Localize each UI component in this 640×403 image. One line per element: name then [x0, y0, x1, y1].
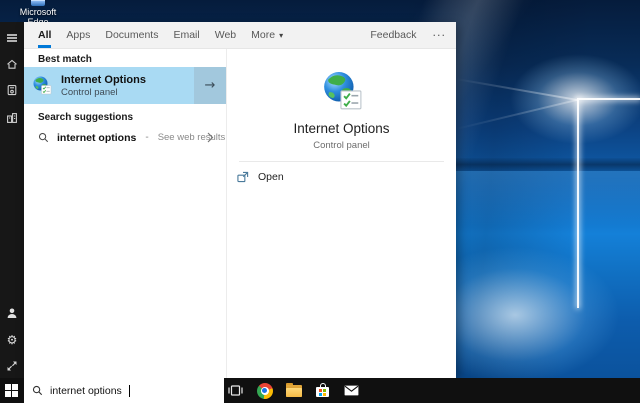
home-icon[interactable] — [0, 56, 24, 72]
search-flyout: All Apps Documents Email Web More ▾ Feed… — [24, 22, 456, 378]
feedback-button[interactable]: Feedback — [370, 29, 416, 41]
account-icon[interactable] — [0, 305, 24, 321]
wallpaper-light-beam — [455, 98, 578, 130]
text-cursor — [128, 384, 130, 397]
organization-icon[interactable] — [0, 110, 24, 126]
suggestion-hint: See web results — [157, 132, 226, 143]
start-button-windows-icon[interactable] — [5, 384, 18, 397]
more-options-icon[interactable]: ··· — [433, 29, 447, 42]
hamburger-menu-icon[interactable] — [0, 30, 24, 46]
chevron-right-icon — [207, 132, 214, 143]
suggestion-query: internet options — [57, 131, 137, 144]
notebook-icon[interactable] — [0, 82, 24, 98]
search-icon — [38, 132, 49, 143]
preview-divider — [239, 161, 444, 162]
best-match-result-internet-options[interactable]: Internet Options Control panel → — [24, 67, 226, 104]
tab-apps[interactable]: Apps — [66, 22, 90, 48]
search-sidebar-rail: ⚙ — [0, 22, 24, 378]
tabstrip-right-controls: Feedback ··· — [370, 22, 446, 48]
best-match-text: Internet Options Control panel — [61, 74, 146, 98]
screen: Microsoft Edge ⚙ All Apps D — [0, 0, 640, 403]
search-icon — [32, 385, 43, 396]
wallpaper-window-edge-vertical — [577, 98, 579, 308]
chrome-icon[interactable] — [250, 378, 279, 403]
taskbar-pinned-icons — [221, 378, 366, 403]
best-match-section-label: Best match — [38, 54, 92, 65]
preview-title: Internet Options — [293, 121, 390, 136]
internet-options-icon-large — [321, 71, 363, 113]
wallpaper-light-beam — [455, 78, 578, 101]
preview-subtitle: Control panel — [313, 140, 370, 151]
open-action[interactable]: Open — [227, 166, 456, 188]
chevron-down-icon: ▾ — [279, 30, 284, 40]
suggestion-row-internet-options[interactable]: internet options - See web results — [24, 126, 226, 149]
suggestion-separator: - — [145, 132, 149, 143]
open-icon — [237, 171, 249, 183]
tab-email[interactable]: Email — [173, 22, 199, 48]
wallpaper-window-edge-horizontal — [579, 98, 640, 100]
settings-gear-icon[interactable]: ⚙ — [0, 332, 24, 348]
internet-options-icon — [32, 76, 52, 96]
best-match-title: Internet Options — [61, 73, 146, 86]
open-action-label: Open — [258, 171, 284, 183]
taskbar-search-input[interactable]: internet options — [24, 378, 224, 403]
search-results-pane: Best match Internet Options Control pane… — [24, 49, 226, 378]
file-explorer-icon[interactable] — [279, 378, 308, 403]
search-filter-tabs: All Apps Documents Email Web More ▾ Feed… — [24, 22, 456, 49]
microsoft-store-icon[interactable] — [308, 378, 337, 403]
feedback-arrows-icon[interactable] — [0, 358, 24, 374]
search-suggestions-section-label: Search suggestions — [38, 112, 134, 123]
result-preview-pane: Internet Options Control panel Open — [226, 49, 456, 378]
tab-web[interactable]: Web — [215, 22, 236, 48]
expand-preview-arrow-button[interactable]: → — [194, 67, 226, 104]
mail-envelope — [344, 385, 359, 396]
best-match-subtitle: Control panel — [61, 86, 118, 98]
tab-all[interactable]: All — [38, 22, 52, 48]
tab-documents[interactable]: Documents — [105, 22, 158, 48]
taskbar-search-value: internet options — [50, 384, 122, 397]
task-view-icon[interactable] — [221, 378, 250, 403]
taskbar: internet options — [0, 378, 640, 403]
edge-logo-icon — [31, 0, 45, 6]
tab-more[interactable]: More ▾ — [251, 22, 283, 48]
mail-icon[interactable] — [337, 378, 366, 403]
